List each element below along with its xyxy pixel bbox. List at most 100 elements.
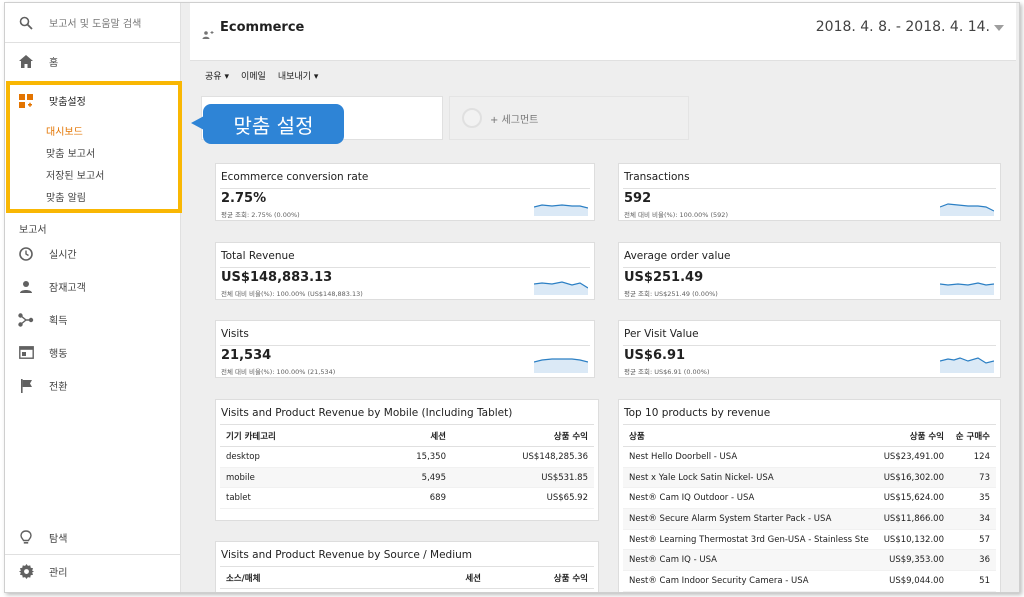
table-cell: mobile: [226, 472, 255, 483]
customization-highlight-box: [6, 81, 182, 213]
column-header: 상품 수익: [553, 573, 588, 584]
kpi-card-total-revenue[interactable]: Total Revenue US$148,883.13 전체 대비 비율(%):…: [215, 242, 595, 300]
table-row[interactable]: tablet 689 US$65.92: [220, 488, 594, 510]
share-button[interactable]: 공유 ▾: [205, 69, 229, 82]
sidebar-item-label: 실시간: [49, 250, 77, 261]
table-cell: 34: [979, 513, 990, 524]
table-cell: US$16,302.00: [883, 472, 944, 483]
table-cell: 5,495: [421, 472, 446, 483]
table-cell: Nest® Secure Alarm System Starter Pack -…: [629, 513, 832, 524]
sparkline-chart: [940, 203, 994, 216]
widget-mobile-revenue: Visits and Product Revenue by Mobile (In…: [215, 399, 599, 521]
share-label: 공유: [205, 71, 222, 82]
kpi-value: US$251.49: [624, 270, 704, 285]
lightbulb-icon: [17, 529, 35, 547]
table-cell: 51: [979, 575, 990, 586]
gear-icon: [17, 562, 35, 580]
widget-top-products: Top 10 products by revenue 상품 상품 수익 순 구매…: [618, 399, 1001, 592]
sidebar-item-admin[interactable]: 관리: [5, 554, 181, 587]
column-header: 기기 카테고리: [226, 431, 276, 442]
callout-label: 맞춤 설정: [203, 104, 344, 144]
table-row[interactable]: mobile 5,495 US$531.85: [220, 467, 594, 489]
table-row[interactable]: Nest® Cam IQ - USA US$9,353.00 36: [623, 550, 996, 572]
segment-circle-icon: [462, 108, 482, 128]
shared-dashboard-icon: [202, 24, 214, 43]
caret-down-icon: ▾: [224, 71, 229, 82]
kpi-title: Total Revenue: [221, 250, 295, 262]
sidebar-item-realtime[interactable]: 실시간: [5, 237, 180, 270]
table-cell: US$9,353.00: [889, 555, 944, 566]
email-button[interactable]: 이메일: [241, 69, 266, 82]
kpi-value: 592: [624, 191, 652, 206]
home-icon: [17, 53, 35, 71]
kpi-subtext: 평균 조회: US$251.49 (0.00%): [624, 290, 718, 298]
table-cell: US$9,044.00: [889, 575, 944, 586]
sidebar-item-conversions[interactable]: 전환: [5, 369, 180, 402]
kpi-subtext: 전체 대비 비율(%): 100.00% (US$148,883.13): [221, 290, 363, 298]
kpi-title: Average order value: [624, 250, 731, 262]
widget-title: Top 10 products by revenue: [624, 407, 771, 419]
sidebar-item-discover[interactable]: 탐색: [5, 521, 181, 554]
sidebar-item-label: 관리: [49, 567, 68, 579]
search-label: 보고서 및 도움말 검색: [49, 19, 142, 30]
kpi-card-visits[interactable]: Visits 21,534 전체 대비 비율(%): 100.00% (21,5…: [215, 320, 595, 378]
column-header: 소스/매체: [226, 573, 261, 584]
reports-section-label: 보고서: [19, 224, 47, 236]
column-header: 상품 수익: [553, 431, 588, 442]
column-header: 세션: [465, 573, 481, 584]
main-content: Ecommerce 2018. 4. 8. - 2018. 4. 14. 공유 …: [185, 3, 1019, 592]
sparkline-chart: [940, 357, 994, 373]
kpi-value: US$148,883.13: [221, 270, 333, 285]
flag-icon: [17, 377, 35, 395]
add-segment-button[interactable]: + 세그먼트: [449, 96, 689, 140]
sidebar-search[interactable]: 보고서 및 도움말 검색: [5, 3, 180, 43]
sidebar-item-behavior[interactable]: 행동: [5, 336, 180, 369]
table-header-row: 상품 상품 수익 순 구매수: [623, 425, 996, 447]
sidebar-item-label: 잠재고객: [49, 283, 86, 294]
kpi-subtext: 전체 대비 비율(%): 100.00% (21,534): [221, 368, 336, 376]
kpi-subtext: 평균 조회: 2.75% (0.00%): [221, 211, 300, 219]
table-row[interactable]: Nest® Cam IQ Outdoor - USA US$15,624.00 …: [623, 488, 996, 510]
table-header-row: 기기 카테고리 세션 상품 수익: [220, 425, 594, 447]
source-table: 소스/매체 세션 상품 수익: [220, 566, 594, 589]
table-row[interactable]: Nest® Cam Indoor Security Camera - USA U…: [623, 571, 996, 592]
kpi-value: 2.75%: [221, 191, 267, 206]
sidebar-item-acquisition[interactable]: 획득: [5, 303, 180, 336]
table-cell: 36: [979, 555, 990, 566]
widget-title: Visits and Product Revenue by Mobile (In…: [221, 407, 513, 419]
kpi-title: Per Visit Value: [624, 328, 699, 340]
chevron-down-icon: [994, 19, 1004, 35]
sparkline-chart: [940, 282, 994, 295]
kpi-title: Visits: [221, 328, 249, 340]
table-row[interactable]: desktop 15,350 US$148,285.36: [220, 447, 594, 468]
sidebar-item-home[interactable]: 홈: [5, 45, 180, 78]
table-row[interactable]: Nest x Yale Lock Satin Nickel- USA US$16…: [623, 467, 996, 489]
table-cell: 689: [429, 493, 446, 504]
table-cell: US$15,624.00: [883, 493, 944, 504]
date-range-picker[interactable]: 2018. 4. 8. - 2018. 4. 14.: [816, 19, 1004, 35]
table-row[interactable]: Nest Hello Doorbell - USA US$23,491.00 1…: [623, 447, 996, 468]
table-row[interactable]: Nest® Learning Thermostat 3rd Gen-USA - …: [623, 530, 996, 551]
kpi-card-transactions[interactable]: Transactions 592 전체 대비 비율(%): 100.00% (5…: [618, 163, 1001, 221]
export-label: 내보내기: [277, 71, 311, 82]
table-cell: US$10,132.00: [883, 534, 944, 545]
kpi-card-average-order-value[interactable]: Average order value US$251.49 평균 조회: US$…: [618, 242, 1001, 300]
clock-icon: [17, 245, 35, 263]
column-header: 세션: [430, 431, 446, 442]
behavior-window-icon: [17, 344, 35, 362]
products-table: 상품 상품 수익 순 구매수 Nest Hello Doorbell - USA…: [623, 424, 996, 592]
table-cell: Nest x Yale Lock Satin Nickel- USA: [629, 472, 774, 483]
table-cell: 124: [973, 451, 990, 462]
table-cell: Nest® Cam Indoor Security Camera - USA: [629, 575, 809, 586]
sidebar-item-audience[interactable]: 잠재고객: [5, 270, 180, 303]
table-row[interactable]: Nest® Secure Alarm System Starter Pack -…: [623, 509, 996, 530]
table-cell: 15,350: [416, 451, 446, 462]
column-header: 상품 수익: [909, 431, 944, 442]
kpi-card-conversion-rate[interactable]: Ecommerce conversion rate 2.75% 평균 조회: 2…: [215, 163, 595, 221]
sparkline-chart: [534, 281, 588, 295]
date-range-text: 2018. 4. 8. - 2018. 4. 14.: [815, 19, 990, 35]
sidebar-item-label: 행동: [49, 349, 68, 360]
table-header-row: 소스/매체 세션 상품 수익: [220, 567, 594, 589]
kpi-card-per-visit-value[interactable]: Per Visit Value US$6.91 평균 조회: US$6.91 (…: [618, 320, 1001, 378]
export-button[interactable]: 내보내기 ▾: [278, 69, 319, 82]
